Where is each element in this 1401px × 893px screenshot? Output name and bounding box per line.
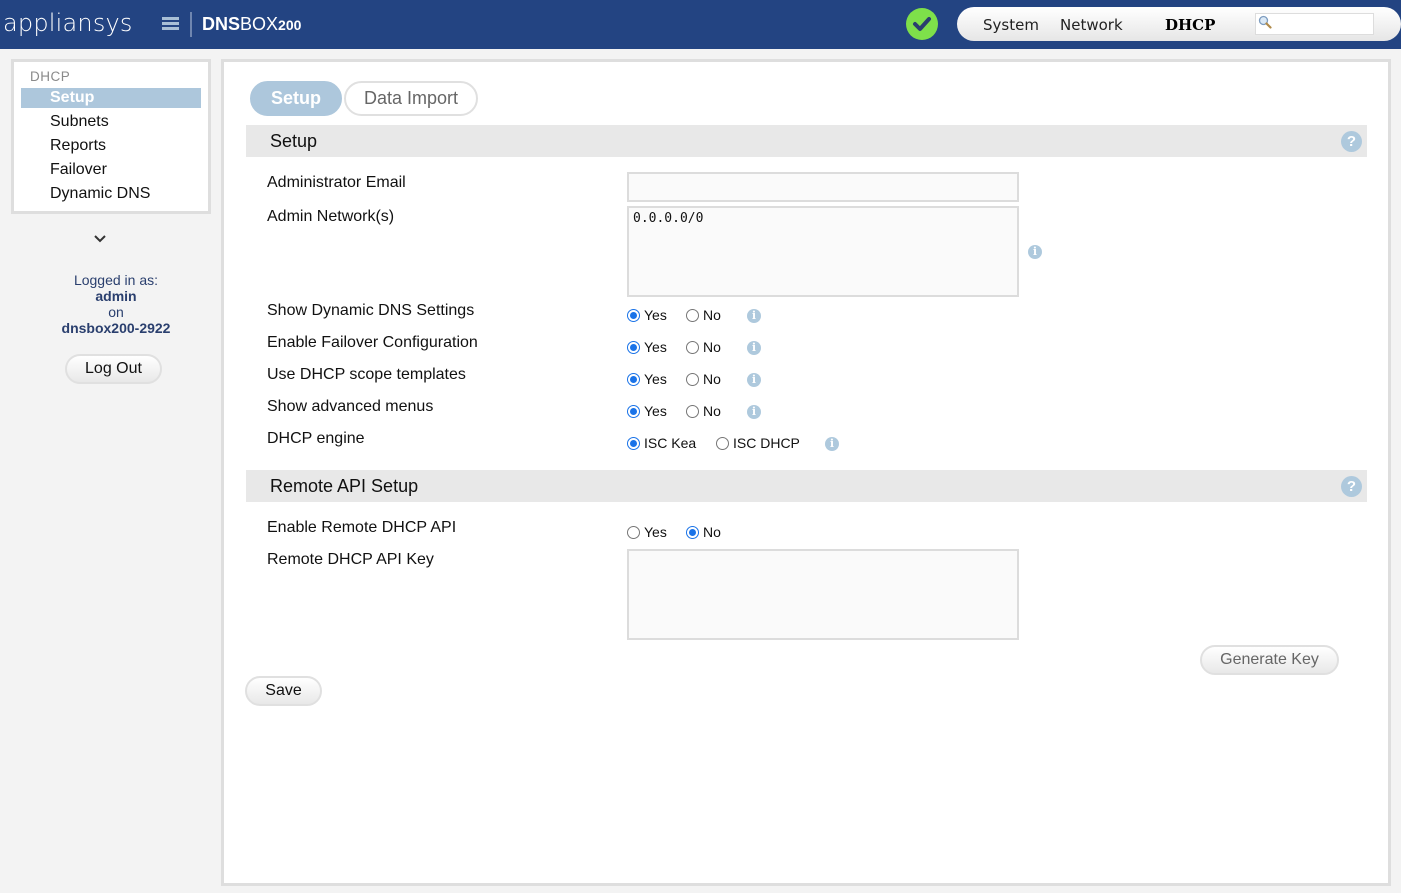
radio-label: No [703, 524, 721, 540]
radio-checked[interactable] [627, 436, 640, 450]
info-icon[interactable]: i [1028, 245, 1042, 259]
dhcp-engine-isc-radio[interactable]: ISC DHCP [716, 435, 800, 451]
info-icon[interactable]: i [747, 341, 761, 355]
logo-divider [190, 12, 192, 37]
radio-label: No [703, 339, 721, 355]
logo-bars-icon [162, 17, 179, 31]
advanced-menus-no-radio[interactable]: No [686, 403, 721, 419]
search-input[interactable] [1255, 13, 1374, 35]
help-icon[interactable]: ? [1341, 131, 1362, 152]
admin-networks-textarea[interactable]: 0.0.0.0/0 [627, 206, 1019, 297]
login-user: admin [95, 288, 137, 304]
show-ddns-label: Show Dynamic DNS Settings [267, 302, 475, 319]
dhcp-engine-kea-radio[interactable]: ISC Kea [627, 435, 696, 451]
admin-email-input[interactable] [627, 172, 1019, 202]
scope-templates-yes-radio[interactable]: Yes [627, 371, 667, 387]
admin-email-label: Administrator Email [267, 174, 406, 191]
radio-label: No [703, 403, 721, 419]
radio-checked[interactable] [627, 308, 640, 322]
radio-unchecked[interactable] [686, 404, 699, 418]
radio-checked[interactable] [627, 372, 640, 386]
login-info: Logged in as: admin on dnsbox200-2922 [11, 272, 221, 336]
admin-networks-label: Admin Network(s) [267, 208, 395, 225]
radio-unchecked[interactable] [627, 525, 640, 539]
sidebar-item-dynamic-dns[interactable]: Dynamic DNS [21, 184, 201, 204]
radio-label: Yes [644, 339, 667, 355]
top-header: appliansys DNSBOX200 System Network DHCP [0, 0, 1401, 49]
main-nav: System Network DHCP [957, 7, 1401, 41]
radio-unchecked[interactable] [686, 308, 699, 322]
api-key-label: Remote DHCP API Key [267, 551, 434, 568]
tab-setup[interactable]: Setup [250, 81, 342, 116]
radio-checked[interactable] [627, 404, 640, 418]
sidebar-item-setup[interactable]: Setup [21, 88, 201, 108]
scope-templates-no-radio[interactable]: No [686, 371, 721, 387]
check-circle-icon[interactable] [906, 8, 938, 40]
login-host: dnsbox200-2922 [61, 320, 171, 336]
remote-api-section-title: Remote API Setup [270, 476, 419, 496]
radio-unchecked[interactable] [686, 372, 699, 386]
generate-key-button[interactable]: Generate Key [1200, 645, 1339, 675]
info-icon[interactable]: i [747, 373, 761, 387]
nav-system[interactable]: System [983, 16, 1039, 34]
enable-remote-api-label: Enable Remote DHCP API [267, 519, 457, 536]
enable-remote-api-yes-radio[interactable]: Yes [627, 524, 667, 540]
sidebar-item-reports[interactable]: Reports [21, 136, 201, 156]
brand-logo: appliansys [3, 9, 133, 37]
enable-failover-yes-radio[interactable]: Yes [627, 339, 667, 355]
show-ddns-yes-radio[interactable]: Yes [627, 307, 667, 323]
product-name-regular: BOX [240, 14, 279, 34]
tab-data-import[interactable]: Data Import [344, 81, 478, 116]
remote-api-section-header: Remote API Setup ? [246, 470, 1367, 502]
info-icon[interactable]: i [747, 405, 761, 419]
product-name-bold: DNS [202, 14, 241, 34]
setup-section-title: Setup [270, 131, 318, 151]
radio-label: Yes [644, 524, 667, 540]
info-icon[interactable]: i [825, 437, 839, 451]
radio-label: No [703, 307, 721, 323]
product-name: DNSBOX200 [202, 13, 301, 36]
advanced-menus-yes-radio[interactable]: Yes [627, 403, 667, 419]
radio-checked[interactable] [686, 525, 699, 539]
radio-checked[interactable] [627, 340, 640, 354]
enable-failover-label: Enable Failover Configuration [267, 334, 478, 351]
enable-failover-no-radio[interactable]: No [686, 339, 721, 355]
logout-button[interactable]: Log Out [65, 354, 162, 384]
enable-remote-api-no-radio[interactable]: No [686, 524, 721, 540]
radio-label: No [703, 371, 721, 387]
setup-section-header: Setup ? [246, 125, 1367, 157]
radio-label: ISC DHCP [733, 435, 800, 451]
sidebar-item-subnets[interactable]: Subnets [21, 112, 201, 132]
sidebar-item-failover[interactable]: Failover [21, 160, 201, 180]
main-panel: Setup Data Import Setup ? Administrator … [221, 59, 1391, 886]
product-model: 200 [278, 17, 302, 33]
help-icon[interactable]: ? [1341, 476, 1362, 497]
nav-dhcp[interactable]: DHCP [1165, 16, 1215, 34]
login-prefix: Logged in as: [73, 272, 159, 288]
save-button[interactable]: Save [245, 676, 322, 706]
dhcp-engine-label: DHCP engine [267, 430, 365, 447]
scope-templates-label: Use DHCP scope templates [267, 366, 466, 383]
radio-label: ISC Kea [644, 435, 697, 451]
radio-label: Yes [644, 403, 667, 419]
nav-network[interactable]: Network [1060, 16, 1123, 34]
advanced-menus-label: Show advanced menus [267, 398, 434, 415]
magnifier-icon [1258, 15, 1272, 29]
radio-label: Yes [644, 307, 667, 323]
chevron-down-icon[interactable] [93, 231, 107, 249]
sidebar-section-title: DHCP [30, 69, 71, 84]
login-on: on [108, 304, 124, 320]
info-icon[interactable]: i [747, 309, 761, 323]
sidebar-menu: DHCP Setup Subnets Reports Failover Dyna… [11, 59, 211, 214]
radio-label: Yes [644, 371, 667, 387]
api-key-textarea[interactable] [627, 549, 1019, 640]
radio-unchecked[interactable] [716, 436, 729, 450]
radio-unchecked[interactable] [686, 340, 699, 354]
show-ddns-no-radio[interactable]: No [686, 307, 721, 323]
